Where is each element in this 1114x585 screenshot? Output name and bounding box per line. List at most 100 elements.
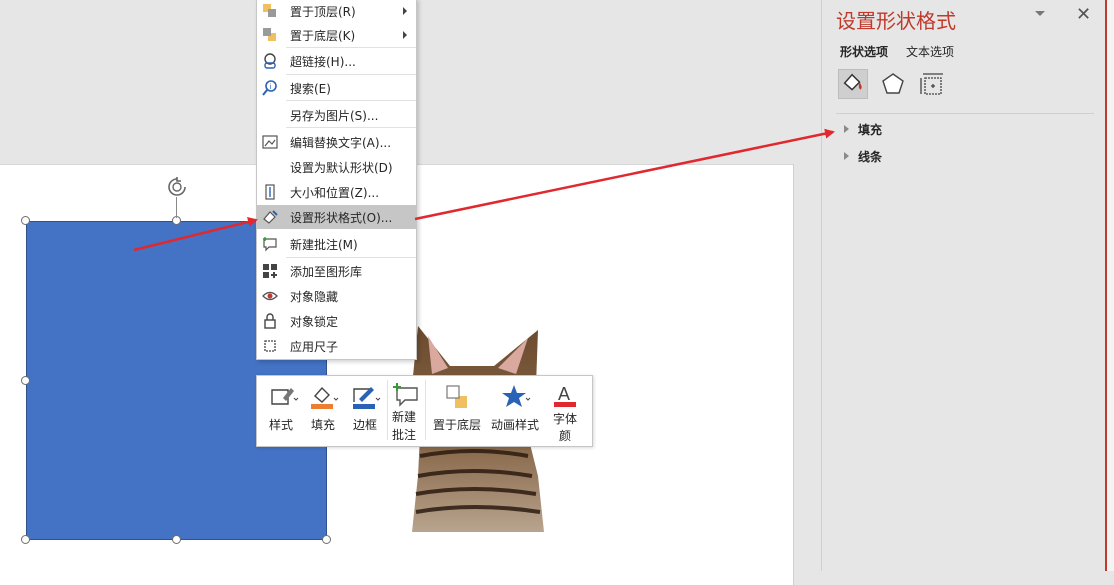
svg-text:A: A (558, 384, 570, 404)
tab-text-options[interactable]: 文本选项 (906, 43, 954, 60)
menu-item-lock-object[interactable]: 对象锁定 (257, 309, 416, 333)
hyperlink-icon (264, 53, 276, 69)
resize-handle-top-left[interactable] (21, 216, 30, 225)
resize-handle-bottom-left[interactable] (21, 535, 30, 544)
pane-options-dropdown-icon[interactable] (1035, 11, 1045, 16)
menu-separator (286, 127, 416, 128)
menu-item-send-to-back[interactable]: 置于底层(K) (257, 23, 416, 47)
mini-toolbar: 样式 填充 边框 新建 批注 置于底层 动画样式 A 字体 颜 (256, 375, 593, 447)
effects-tab-button[interactable] (878, 69, 908, 99)
menu-separator (286, 257, 416, 258)
format-shape-icon (263, 210, 278, 224)
menu-label: 应用尺子 (290, 340, 339, 354)
paint-bucket-icon (843, 73, 862, 91)
send-back-icon (263, 28, 276, 41)
font-color-label: 字体 (553, 412, 578, 426)
section-label: 填充 (858, 123, 883, 137)
size-position-icon (265, 184, 275, 200)
menu-separator (286, 74, 416, 75)
menu-label: 置于底层(K) (290, 29, 356, 43)
menu-item-hide-object[interactable]: 对象隐藏 (257, 284, 416, 308)
new-comment-icon (393, 383, 418, 407)
eye-icon (262, 291, 278, 301)
size-properties-tab-button[interactable] (918, 69, 948, 99)
menu-item-hyperlink[interactable]: 超链接(H)... (257, 49, 416, 73)
menu-separator (286, 47, 416, 48)
section-label: 线条 (858, 150, 883, 164)
star-icon (502, 385, 531, 407)
expand-triangle-icon (844, 125, 849, 133)
resize-handle-bottom-right[interactable] (322, 535, 331, 544)
new-comment-icon (263, 237, 277, 252)
ruler-icon (264, 340, 276, 352)
send-back-label: 置于底层 (433, 418, 482, 432)
shape-style-icon (271, 388, 299, 405)
menu-label: 新建批注(M) (290, 238, 358, 252)
menu-label: 大小和位置(Z)... (290, 186, 380, 200)
menu-label: 另存为图片(S)... (290, 109, 379, 123)
resize-handle-left[interactable] (21, 376, 30, 385)
resize-handle-bottom[interactable] (172, 535, 181, 544)
menu-label: 对象隐藏 (290, 290, 339, 304)
submenu-arrow-icon (403, 7, 407, 15)
rotate-stem (176, 197, 177, 218)
menu-item-set-default-shape[interactable]: 设置为默认形状(D) (257, 155, 416, 179)
menu-label: 超链接(H)... (290, 55, 356, 69)
paint-bucket-icon (311, 386, 339, 409)
menu-item-size-position[interactable]: 大小和位置(Z)... (257, 180, 416, 204)
animation-label: 动画样式 (491, 418, 540, 432)
pentagon-icon (882, 73, 904, 94)
bring-front-icon (263, 4, 276, 17)
menu-label: 置于顶层(R) (290, 5, 356, 19)
expand-triangle-icon (844, 152, 849, 160)
menu-item-new-comment[interactable]: 新建批注(M) (257, 232, 416, 256)
alt-text-icon (262, 135, 278, 149)
send-back-icon (446, 385, 467, 408)
menu-item-edit-alt-text[interactable]: 编辑替换文字(A)... (257, 130, 416, 154)
menu-item-add-to-gallery[interactable]: 添加至图形库 (257, 259, 416, 283)
font-color-label-2: 颜 (559, 429, 572, 443)
style-label: 样式 (269, 418, 294, 432)
format-shape-pane: 设置形状格式 ✕ 形状选项 文本选项 填充 线条 (821, 0, 1106, 571)
pane-divider (836, 113, 1094, 114)
svg-text:i: i (270, 83, 272, 91)
menu-label: 编辑替换文字(A)... (290, 136, 392, 150)
new-comment-label-2: 批注 (392, 428, 417, 442)
search-icon: i (262, 80, 277, 96)
new-comment-button[interactable]: 新建 批注 (389, 376, 423, 446)
menu-item-format-shape[interactable]: 设置形状格式(O)... (257, 205, 416, 229)
menu-label: 添加至图形库 (290, 265, 363, 279)
rotate-handle-icon[interactable] (166, 176, 188, 198)
style-button[interactable]: 样式 (265, 376, 305, 446)
menu-item-search[interactable]: i 搜索(E) (257, 76, 416, 100)
toolbar-separator (387, 380, 388, 440)
toolbar-separator (425, 380, 426, 440)
send-to-back-button[interactable]: 置于底层 (431, 376, 487, 446)
animation-style-button[interactable]: 动画样式 (491, 376, 543, 446)
menu-label: 设置为默认形状(D) (290, 161, 393, 175)
new-comment-label: 新建 (392, 410, 417, 424)
menu-item-apply-ruler[interactable]: 应用尺子 (257, 334, 416, 358)
menu-label: 设置形状格式(O)... (290, 211, 393, 225)
menu-item-save-as-picture[interactable]: 另存为图片(S)... (257, 103, 416, 127)
submenu-arrow-icon (403, 31, 407, 39)
pen-outline-icon (353, 387, 381, 409)
fill-line-tab-button[interactable] (838, 69, 868, 99)
lock-icon (264, 313, 276, 329)
menu-item-bring-to-front[interactable]: 置于顶层(R) (257, 0, 416, 23)
outline-button[interactable]: 边框 (347, 376, 387, 446)
menu-label: 对象锁定 (290, 315, 339, 329)
outline-label: 边框 (353, 418, 378, 432)
context-menu: 置于顶层(R) 置于底层(K) 超链接(H)... i 搜索(E) 另存为图片(… (256, 0, 417, 360)
window-right-edge (1105, 0, 1114, 571)
add-gallery-icon (263, 264, 277, 278)
menu-label: 搜索(E) (290, 82, 331, 96)
font-color-button[interactable]: A 字体 颜 (547, 376, 587, 446)
slide-workspace: 置于顶层(R) 置于底层(K) 超链接(H)... i 搜索(E) 另存为图片(… (0, 0, 821, 585)
fill-label: 填充 (311, 418, 336, 432)
size-properties-icon (920, 73, 943, 95)
fill-button[interactable]: 填充 (305, 376, 345, 446)
close-icon[interactable]: ✕ (1076, 4, 1091, 25)
pane-title: 设置形状格式 (836, 9, 956, 33)
tab-shape-options[interactable]: 形状选项 (840, 43, 888, 60)
